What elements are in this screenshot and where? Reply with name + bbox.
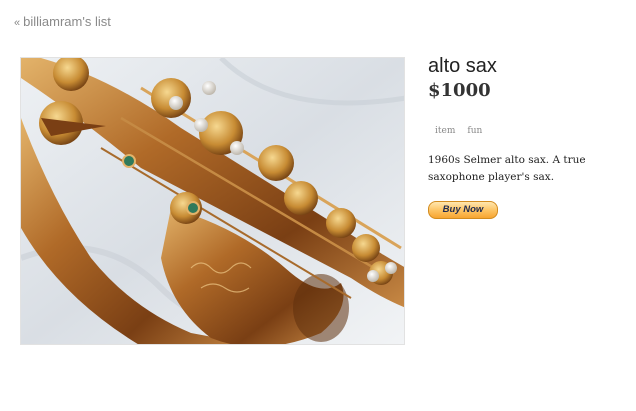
listing-description: 1960s Selmer alto sax. A true saxophone … [428, 154, 586, 183]
listing-title: alto sax [428, 55, 497, 77]
listing-page: «billiamram's list alto sax $1000 item f… [0, 0, 636, 411]
tag-item[interactable]: item [432, 124, 458, 138]
listing-price: $1000 [428, 80, 491, 101]
buy-now-button[interactable]: Buy Now [428, 201, 498, 219]
saxophone-photo [20, 57, 405, 345]
tag-list: item fun [428, 124, 628, 138]
back-chevron-icon: « [14, 17, 21, 29]
back-to-list-link[interactable]: «billiamram's list [14, 14, 111, 29]
back-link-label: billiamram's list [23, 14, 111, 29]
saxophone-illustration [21, 58, 404, 344]
tag-fun[interactable]: fun [464, 124, 485, 138]
listing-details: alto sax $1000 item fun 1960s Selmer alt… [428, 54, 628, 219]
